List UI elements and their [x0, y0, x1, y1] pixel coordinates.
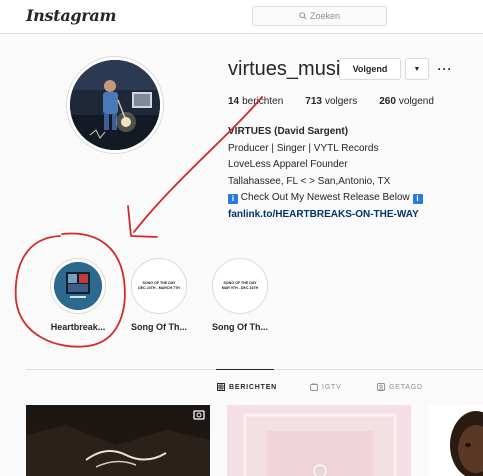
avatar-photo [70, 60, 160, 150]
profile-stats: 14 berichten 713 volgers 260 volgend [228, 96, 456, 107]
post-image [26, 405, 210, 476]
highlight-ring [50, 258, 106, 314]
tab-posts-label: BERICHTEN [229, 383, 278, 391]
stat-following[interactable]: 260 volgend [379, 96, 434, 107]
profile-username: virtues_music [228, 58, 351, 80]
info-icon: i [228, 194, 238, 204]
bio-line: Producer | Singer | VYTL Records [228, 142, 379, 154]
story-highlight-heartbreaks[interactable]: Heartbreak... [38, 258, 118, 332]
suggestions-dropdown-button[interactable]: ▼ [405, 58, 429, 80]
following-button[interactable]: Volgend [339, 58, 401, 80]
highlight-label: Heartbreak... [50, 322, 106, 332]
bio-link[interactable]: fanlink.to/HEARTBREAKS-ON-THE-WAY [228, 207, 423, 224]
bio-full-name: VIRTUES (David Sargent) [228, 126, 349, 137]
stat-following-value: 260 [379, 96, 396, 107]
annotation-arrowhead [127, 205, 158, 238]
stat-following-label: volgend [398, 96, 434, 107]
more-icon: ··· [437, 62, 453, 76]
post-image [227, 405, 411, 476]
tab-igtv[interactable]: IGTV [310, 383, 342, 391]
tab-posts[interactable]: BERICHTEN [217, 383, 277, 391]
highlight-cover-dates: DEC 24TH - MARCH 7TH [138, 286, 180, 290]
igtv-icon [310, 383, 318, 391]
tab-tagged-label: GETAGD [389, 383, 423, 391]
post-image [428, 405, 483, 476]
tab-igtv-label: IGTV [322, 383, 342, 391]
bio-line: Tallahassee, FL < > San,Antonio, TX [228, 175, 391, 187]
stat-followers[interactable]: 713 volgers [305, 96, 357, 107]
stat-posts: 14 berichten [228, 96, 283, 107]
highlight-ring: SONG OF THE DAY DEC 24TH - MARCH 7TH [131, 258, 187, 314]
bio-line-release: i Check Out My Newest Release Below i [228, 190, 423, 207]
stat-posts-value: 14 [228, 96, 240, 107]
highlight-label: Song Of Th... [131, 322, 187, 332]
post-thumbnail[interactable] [26, 405, 210, 476]
active-tab-indicator [216, 369, 274, 370]
more-options-button[interactable]: ··· [436, 58, 454, 80]
story-highlight-song-of-the-day-1[interactable]: SONG OF THE DAY DEC 24TH - MARCH 7TH Son… [119, 258, 199, 332]
chevron-down-icon: ▼ [413, 65, 421, 73]
post-thumbnail[interactable] [227, 405, 411, 476]
highlight-cover [54, 262, 102, 310]
highlight-ring: SONG OF THE DAY MAR 9TH - DEC 24TH [212, 258, 268, 314]
highlight-cover: SONG OF THE DAY DEC 24TH - MARCH 7TH [135, 262, 183, 310]
search-placeholder: Zoeken [309, 11, 341, 21]
profile-avatar[interactable] [70, 60, 160, 150]
instagram-logo[interactable]: Instagram [26, 6, 116, 25]
stat-followers-label: volgers [324, 96, 358, 107]
highlight-cover-dates: MAR 9TH - DEC 24TH [221, 286, 259, 290]
grid-icon [217, 383, 225, 391]
tab-tagged[interactable]: GETAGD [377, 383, 423, 391]
top-navigation-bar: Instagram Zoeken [0, 0, 483, 34]
bio-line: LoveLess Apparel Founder [228, 159, 348, 170]
search-input[interactable]: Zoeken [252, 6, 387, 26]
highlight-cover: SONG OF THE DAY MAR 9TH - DEC 24TH [216, 262, 264, 310]
album-cover-image [54, 262, 102, 310]
story-highlight-song-of-the-day-2[interactable]: SONG OF THE DAY MAR 9TH - DEC 24TH Song … [200, 258, 280, 332]
stat-posts-label: berichten [242, 96, 284, 107]
search-icon [299, 12, 307, 20]
stat-followers-value: 713 [305, 96, 322, 107]
bio-release-text: Check Out My Newest Release Below [240, 192, 410, 203]
post-thumbnail[interactable] [428, 405, 483, 476]
highlight-label: Song Of Th... [212, 322, 268, 332]
tagged-icon [377, 383, 385, 391]
profile-bio: VIRTUES (David Sargent) Producer | Singe… [228, 124, 423, 223]
info-icon: i [412, 194, 423, 204]
